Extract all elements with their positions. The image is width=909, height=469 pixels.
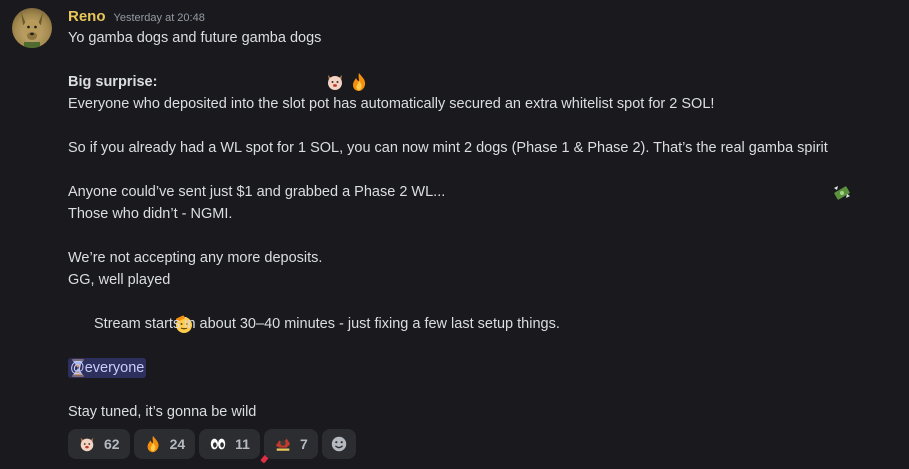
fire-icon xyxy=(349,28,369,91)
eyes-icon xyxy=(209,435,227,453)
everyone-mention[interactable]: @everyone xyxy=(68,358,147,378)
message-line: So if you already had a WL spot for 1 SO… xyxy=(68,137,893,200)
reaction-count: 11 xyxy=(235,436,250,452)
dog-avatar-icon xyxy=(21,12,43,48)
fire-icon xyxy=(144,435,162,453)
message-line: GG, well played xyxy=(68,269,893,333)
add-reaction-button[interactable] xyxy=(321,429,356,459)
message-timestamp: Yesterday at 20:48 xyxy=(113,12,205,24)
money-with-wings-icon xyxy=(832,138,852,200)
hourglass-icon xyxy=(68,314,88,377)
message-text: GG, well played xyxy=(68,272,171,288)
message-text: Yo gamba dogs and future gamba dogs xyxy=(68,30,322,46)
dog-face-icon xyxy=(78,435,96,453)
reaction-custom-dog[interactable]: 7 xyxy=(263,429,318,459)
dog-face-icon xyxy=(325,28,345,90)
message-line: Big surprise: xyxy=(68,71,893,93)
message-text: Stay tuned, it’s gonna be wild xyxy=(68,404,257,420)
avatar[interactable] xyxy=(12,8,52,48)
message-line: Anyone could’ve sent just $1 and grabbed… xyxy=(68,181,893,203)
reaction-fire[interactable]: 24 xyxy=(133,429,196,459)
reaction-count: 62 xyxy=(104,436,120,452)
reaction-count: 24 xyxy=(169,436,186,452)
firecracker-icon xyxy=(260,402,280,464)
message-line: Stream starts in about 30–40 minutes - j… xyxy=(68,313,893,377)
saluting-face-icon xyxy=(174,270,194,333)
reaction-bar: 62 24 11 7 xyxy=(68,429,893,459)
message-line: Yo gamba dogs and future gamba dogs xyxy=(68,27,893,91)
message-text: Everyone who deposited into the slot pot… xyxy=(68,96,715,112)
author-name[interactable]: Reno xyxy=(68,8,106,26)
message-text: We’re not accepting any more deposits. xyxy=(68,250,323,266)
message-line: Everyone who deposited into the slot pot… xyxy=(68,93,893,115)
message-heading: Big surprise: xyxy=(68,74,158,90)
reaction-eyes[interactable]: 11 xyxy=(199,429,260,459)
message-text: So if you already had a WL spot for 1 SO… xyxy=(68,140,828,156)
message-line: Stay tuned, it’s gonna be wild xyxy=(68,401,893,464)
message-text: Anyone could’ve sent just $1 and grabbed… xyxy=(68,184,446,200)
add-reaction-smiley-icon xyxy=(330,435,348,453)
reaction-count: 7 xyxy=(299,436,308,452)
reaction-dog-face[interactable]: 62 xyxy=(68,429,130,459)
message-line: We’re not accepting any more deposits. xyxy=(68,247,893,269)
custom-dog-emoji-icon xyxy=(274,435,292,453)
message-content: Yo gamba dogs and future gamba dogs Big … xyxy=(68,27,893,464)
chat-message: Reno Yesterday at 20:48 Yo gamba dogs an… xyxy=(0,0,909,469)
message-line: Those who didn’t - NGMI. xyxy=(68,203,893,225)
message-text: Those who didn’t - NGMI. xyxy=(68,206,233,222)
message-text: Stream starts in about 30–40 minutes - j… xyxy=(94,316,560,332)
